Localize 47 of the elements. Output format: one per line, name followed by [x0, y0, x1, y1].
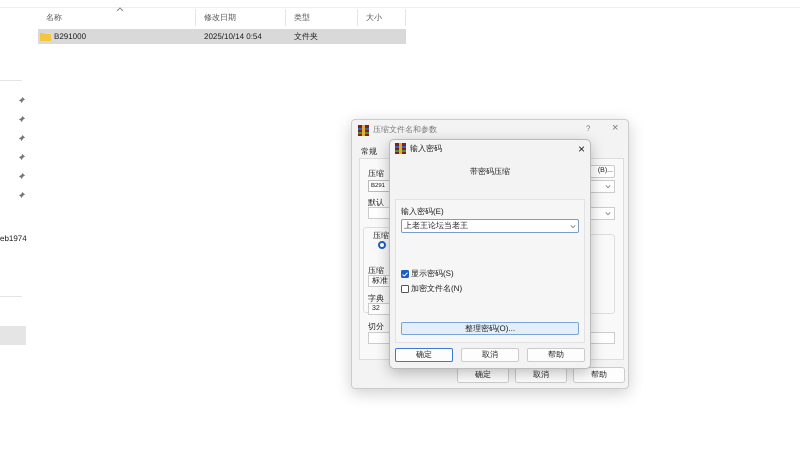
archive-icon [395, 143, 406, 154]
close-button[interactable]: × [578, 142, 585, 154]
dialog-button[interactable]: 帮助 [573, 367, 625, 383]
chevron-down-icon [605, 211, 611, 216]
column-header[interactable]: 类型 [294, 12, 310, 24]
tab[interactable]: 常规 [361, 146, 377, 158]
column-header[interactable]: 名称 [46, 12, 62, 24]
sidebar-item[interactable]: eb1974 [0, 233, 27, 245]
checkbox[interactable] [401, 285, 409, 293]
pin-icon [18, 192, 25, 199]
dialog-button[interactable]: 帮助 [527, 348, 585, 362]
checkbox-label: 显示密码(S) [411, 268, 454, 280]
file-row[interactable]: B291000 2025/10/14 0:54 文件夹 [38, 29, 406, 44]
pin-icon [18, 97, 25, 104]
window-title: 压缩文件名和参数 [373, 124, 437, 136]
help-button[interactable]: ? [586, 123, 590, 135]
column-header[interactable]: 大小 [366, 12, 382, 24]
sort-caret-icon [116, 7, 122, 11]
dialog-button[interactable]: 取消 [461, 348, 519, 362]
window-title: 输入密码 [410, 142, 442, 154]
field-label: 压缩 [368, 265, 384, 276]
chevron-down-icon [570, 224, 576, 228]
field-label: 字典 [368, 293, 384, 305]
check-icon [402, 272, 408, 276]
column-header[interactable]: 修改日期 [204, 12, 236, 24]
file-type: 文件夹 [293, 30, 319, 42]
dialog-button[interactable]: 确定 [395, 348, 453, 362]
checkbox-label: 加密文件名(N) [411, 283, 462, 295]
close-button[interactable]: × [612, 120, 618, 136]
folder-icon [40, 32, 51, 41]
field-label: 默认 [368, 197, 384, 209]
field-label: 切分 [368, 321, 384, 333]
pin-icon [18, 135, 25, 142]
group-label: 压缩 [373, 230, 389, 242]
password-field[interactable]: 上老王论坛当老王 [401, 219, 579, 233]
field-label: 输入密码(E) [401, 206, 445, 218]
pin-icon [18, 116, 25, 123]
pin-icon [18, 154, 25, 161]
organize-passwords-button[interactable]: 整理密码(O)... [401, 322, 579, 335]
pin-icon [18, 173, 25, 180]
archive-icon [358, 124, 369, 136]
chevron-down-icon [605, 184, 611, 189]
file-date: 2025/10/14 0:54 [203, 30, 263, 42]
field-label: 压缩 [368, 168, 384, 180]
file-name: B291000 [54, 30, 86, 42]
dialog-heading: 带密码压缩 [470, 166, 510, 178]
sidebar-selection [0, 326, 26, 345]
